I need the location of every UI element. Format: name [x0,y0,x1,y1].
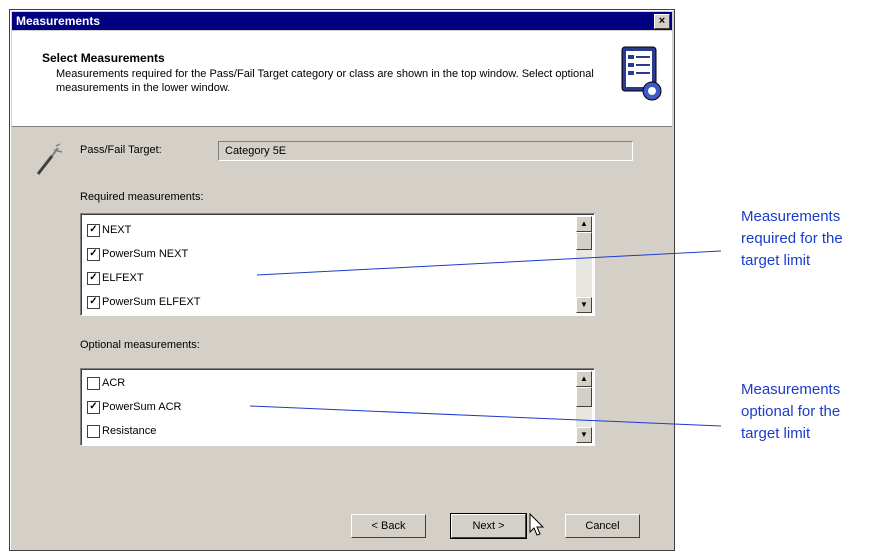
scroll-down-button[interactable]: ▼ [576,297,592,313]
item-label: Resistance [102,425,157,437]
required-scrollbar[interactable]: ▲ ▼ [576,216,592,313]
item-label: PowerSum ELFEXT [102,296,201,308]
measurement-list-icon [621,46,662,101]
close-button[interactable]: × [654,14,670,29]
scroll-up-button[interactable]: ▲ [576,371,592,387]
next-button[interactable]: Next > [450,513,527,539]
required-list[interactable]: ✓ NEXT ✓ PowerSum NEXT ✓ ELFEXT ✓ PowerS… [80,213,595,316]
back-button[interactable]: < Back [351,514,426,538]
scroll-up-button[interactable]: ▲ [576,216,592,232]
required-item-elfext[interactable]: ✓ ELFEXT [87,268,144,288]
checkbox[interactable]: ✓ [87,295,100,309]
checkbox[interactable]: ✓ [87,271,100,285]
checkbox[interactable]: ✓ [87,223,100,237]
scroll-thumb[interactable] [576,232,592,250]
measurements-dialog: Measurements × Select Measurements Measu… [9,9,675,551]
header-description: Measurements required for the Pass/Fail … [56,68,594,94]
required-item-powersum-next[interactable]: ✓ PowerSum NEXT [87,244,188,264]
optional-item-powersum-acr[interactable]: ✓ PowerSum ACR [87,397,181,417]
checkbox[interactable]: ✓ [87,400,100,414]
required-item-next[interactable]: ✓ NEXT [87,220,131,240]
callout-line-2: optional for the [741,403,841,420]
probe-icon [36,143,63,175]
checkbox[interactable] [87,376,100,390]
item-label: ELFEXT [102,272,144,284]
header-title: Select Measurements [42,51,165,65]
cancel-button[interactable]: Cancel [565,514,640,538]
title-bar[interactable]: Measurements × [12,12,672,30]
item-label: NEXT [102,224,132,236]
callout-line-1: Measurements [741,208,841,225]
required-item-powersum-elfext[interactable]: ✓ PowerSum ELFEXT [87,292,200,312]
optional-list[interactable]: ACR ✓ PowerSum ACR Resistance ▲ ▼ [80,368,595,446]
wizard-header: Select Measurements Measurements require… [12,31,672,127]
optional-item-acr[interactable]: ACR [87,373,125,393]
target-label: Pass/Fail Target: [80,144,162,156]
required-label: Required measurements: [80,191,204,203]
optional-item-resistance[interactable]: Resistance [87,421,156,441]
checkbox[interactable]: ✓ [87,247,100,261]
scroll-down-button[interactable]: ▼ [576,427,592,443]
optional-label: Optional measurements: [80,339,200,351]
optional-callout: Measurements optional for the target lim… [741,379,840,445]
item-label: PowerSum NEXT [102,248,189,260]
item-label: ACR [102,377,126,389]
window-title: Measurements [16,14,101,28]
required-callout: Measurements required for the target lim… [741,206,843,272]
item-label: PowerSum ACR [102,401,182,413]
target-field: Category 5E [218,141,633,161]
scroll-thumb[interactable] [576,387,592,407]
optional-scrollbar[interactable]: ▲ ▼ [576,371,592,443]
callout-line-2: required for the [741,230,843,247]
callout-line-3: target limit [741,425,811,442]
checkbox[interactable] [87,424,100,438]
callout-line-1: Measurements [741,381,841,398]
callout-line-3: target limit [741,252,811,269]
